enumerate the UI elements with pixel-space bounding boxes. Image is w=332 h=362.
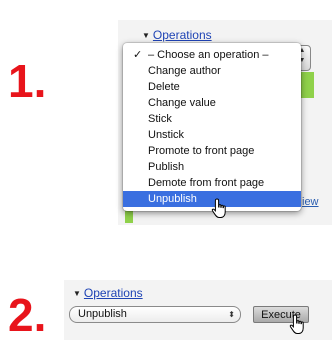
menu-item-label: Delete [148,81,180,93]
menu-item-unstick[interactable]: Unstick [123,127,301,143]
view-link[interactable]: iew [302,196,319,208]
menu-item-label: Change value [148,97,216,109]
menu-item-stick[interactable]: Stick [123,111,301,127]
menu-item-label: – Choose an operation – [148,49,269,61]
menu-item-label: Publish [148,161,185,173]
menu-item-label: Unstick [148,129,185,141]
step-number-2-digit: 2 [8,289,34,341]
step-number-1: 1. [8,58,46,104]
menu-item-delete[interactable]: Delete [123,79,301,95]
step-number-2: 2. [8,292,46,338]
step-number-1-dot: . [33,55,47,107]
menu-item-change-author[interactable]: Change author [123,63,301,79]
operations-header: ▼ Operations [142,28,212,42]
select-value: Unpublish [78,308,127,320]
menu-item-choose[interactable]: ✓ – Choose an operation – [123,47,301,63]
triangle-down-icon[interactable]: ▼ [142,31,150,40]
menu-item-label: Change author [148,65,221,77]
up-down-arrows-icon: ⬍ [228,310,235,319]
menu-item-promote[interactable]: Promote to front page [123,143,301,159]
row-highlight-bar-right [300,72,314,98]
menu-item-label: Stick [148,113,172,125]
menu-item-demote[interactable]: Demote from front page [123,175,301,191]
operations-dropdown-menu[interactable]: ✓ – Choose an operation – Change author … [123,43,301,211]
operations-link[interactable]: Operations [153,28,212,42]
hand-pointer-icon [211,198,226,218]
hand-pointer-icon [289,314,304,334]
menu-item-label: Unpublish [148,193,197,205]
operations-header-2: ▼ Operations [73,286,143,300]
menu-item-label: Promote to front page [148,145,255,157]
operations-link-2[interactable]: Operations [84,286,143,300]
menu-item-publish[interactable]: Publish [123,159,301,175]
checkmark-icon: ✓ [133,49,143,61]
menu-item-change-value[interactable]: Change value [123,95,301,111]
triangle-down-icon[interactable]: ▼ [73,289,81,298]
step-number-2-dot: . [33,289,47,341]
step-number-1-digit: 1 [8,55,34,107]
operations-select[interactable]: Unpublish ⬍ [69,306,241,323]
menu-item-label: Demote from front page [148,177,265,189]
